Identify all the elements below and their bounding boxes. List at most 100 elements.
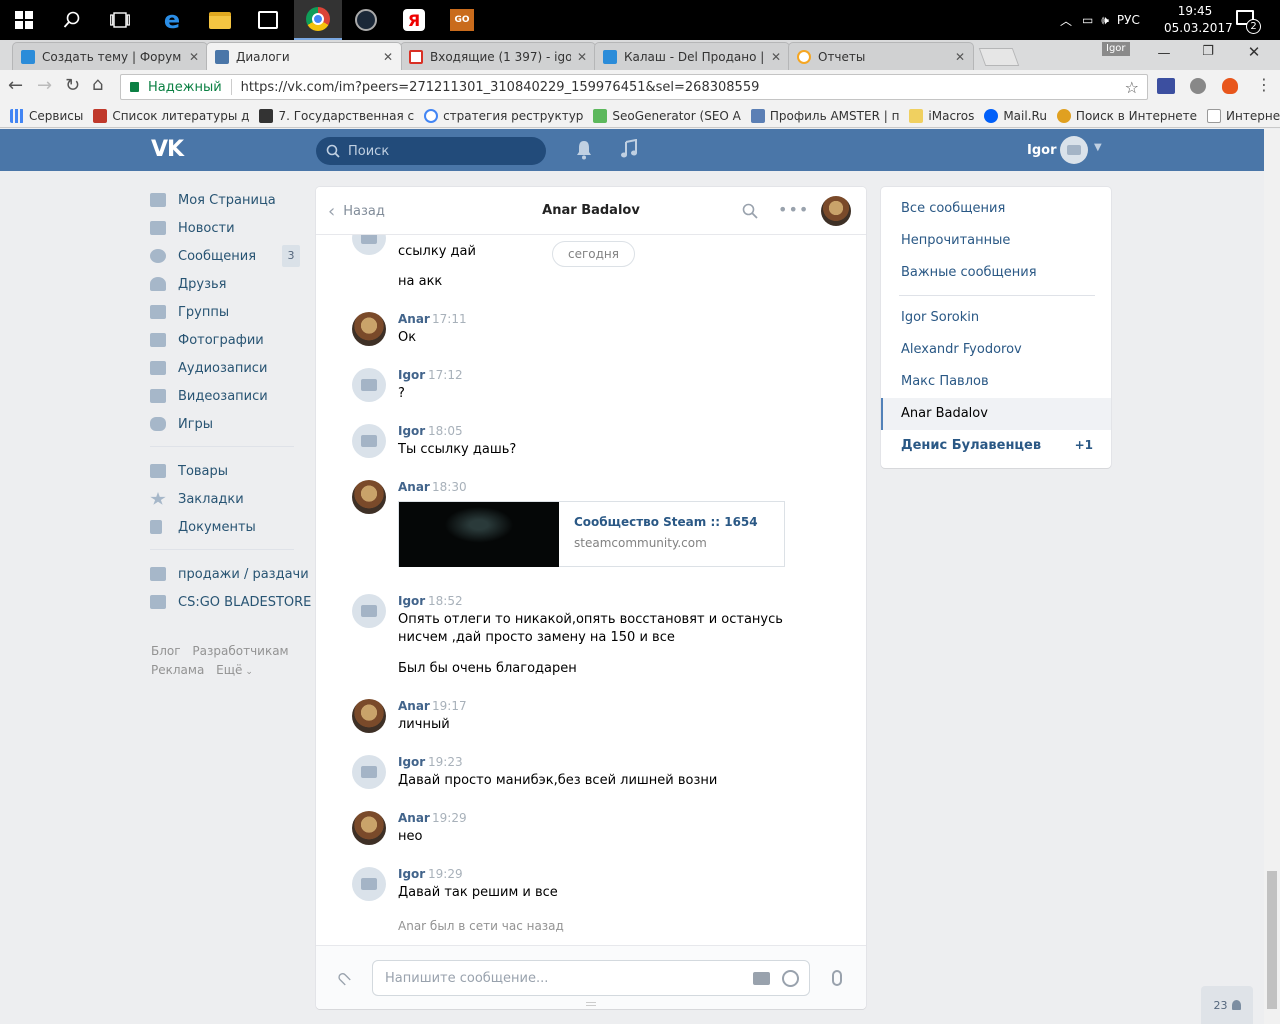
message-author[interactable]: Anar bbox=[398, 480, 430, 494]
close-window-button[interactable]: ✕ bbox=[1242, 43, 1266, 61]
avatar[interactable] bbox=[352, 755, 386, 789]
new-tab-button[interactable] bbox=[978, 48, 1020, 66]
task-view-button[interactable] bbox=[96, 0, 144, 40]
close-tab-icon[interactable]: ✕ bbox=[771, 50, 781, 64]
bookmark-seogenerator[interactable]: SeoGenerator (SEO А bbox=[593, 108, 741, 123]
sidebar-item-friends[interactable]: Друзья bbox=[150, 272, 227, 296]
sidebar-item-bookmarks[interactable]: Закладки bbox=[150, 487, 244, 511]
chat-item-igor-sorokin[interactable]: Igor Sorokin bbox=[901, 310, 979, 325]
sidebar-item-group-bladestore[interactable]: CS:GO BLADESTORE bbox=[150, 590, 311, 614]
link-preview-title[interactable]: Сообщество Steam :: 1654 bbox=[574, 515, 758, 529]
bookmark-mailru[interactable]: Mail.Ru bbox=[984, 108, 1047, 123]
address-bar[interactable]: Надежный https://vk.com/im?peers=2712113… bbox=[120, 74, 1148, 100]
link-preview-image[interactable] bbox=[399, 502, 559, 567]
link-preview-card[interactable]: Сообщество Steam :: 1654 steamcommunity.c… bbox=[398, 501, 785, 567]
user-name[interactable]: Igor bbox=[1027, 143, 1057, 158]
sidebar-item-audio[interactable]: Аудиозаписи bbox=[150, 356, 267, 380]
tab-gmail[interactable]: Входящие (1 397) - igor ✕ bbox=[400, 42, 596, 70]
footer-link-developers[interactable]: Разработчикам bbox=[192, 644, 288, 658]
avatar[interactable] bbox=[352, 867, 386, 901]
yandex-taskbar-button[interactable]: Я bbox=[390, 0, 438, 40]
avatar[interactable] bbox=[1060, 136, 1088, 164]
message-time[interactable]: 17:12 bbox=[428, 368, 463, 382]
chrome-taskbar-button[interactable] bbox=[294, 0, 342, 40]
clock[interactable]: 19:45 05.03.2017 bbox=[1164, 3, 1233, 37]
footer-link-blog[interactable]: Блог bbox=[151, 644, 181, 658]
start-button[interactable] bbox=[0, 0, 48, 40]
chat-item-anar-badalov[interactable]: Anar Badalov bbox=[881, 398, 1111, 430]
avatar[interactable] bbox=[352, 594, 386, 628]
avatar[interactable] bbox=[352, 480, 386, 514]
chevron-up-icon[interactable]: ︿ bbox=[1060, 12, 1072, 29]
tab-kalash[interactable]: Калаш - Del Продано | С ✕ bbox=[594, 42, 790, 70]
search-input[interactable]: Поиск bbox=[316, 137, 546, 165]
close-tab-icon[interactable]: ✕ bbox=[189, 50, 199, 64]
tab-forum[interactable]: Создать тему | Форум сс ✕ bbox=[12, 42, 208, 70]
message-time[interactable]: 19:23 bbox=[428, 755, 463, 769]
message-input[interactable]: Напишите сообщение... bbox=[372, 960, 810, 996]
reload-icon[interactable]: ↻ bbox=[65, 75, 80, 96]
csgo-taskbar-button[interactable]: GO bbox=[438, 0, 486, 40]
restore-button[interactable]: ❐ bbox=[1196, 44, 1220, 59]
bookmark-star-icon[interactable]: ☆ bbox=[1125, 78, 1139, 97]
emoji-smile-icon[interactable] bbox=[782, 969, 799, 987]
tab-dialogs[interactable]: Диалоги ✕ bbox=[206, 42, 402, 70]
home-icon[interactable]: ⌂ bbox=[92, 74, 103, 95]
search-button[interactable] bbox=[48, 0, 96, 40]
chevron-down-icon[interactable]: ▼ bbox=[1094, 142, 1102, 153]
filter-important[interactable]: Важные сообщения bbox=[901, 265, 1037, 280]
search-icon[interactable] bbox=[742, 203, 758, 223]
page-scrollbar[interactable] bbox=[1264, 129, 1280, 1024]
message-author[interactable]: Anar bbox=[398, 699, 430, 713]
avatar[interactable] bbox=[352, 368, 386, 402]
microphone-icon[interactable] bbox=[832, 970, 842, 986]
sidebar-item-messages[interactable]: Сообщения 3 bbox=[150, 244, 300, 268]
message-time[interactable]: 17:11 bbox=[432, 312, 467, 326]
bookmark-gov[interactable]: 7. Государственная с bbox=[259, 108, 414, 123]
filter-unread[interactable]: Непрочитанные bbox=[901, 233, 1010, 248]
bookmark-internet[interactable]: Интернет bbox=[1207, 108, 1280, 123]
explorer-taskbar-button[interactable] bbox=[196, 0, 244, 40]
back-arrow-icon[interactable]: ← bbox=[8, 75, 23, 96]
filter-all-messages[interactable]: Все сообщения bbox=[901, 201, 1005, 216]
forward-arrow-icon[interactable]: → bbox=[37, 75, 52, 96]
bookmark-imacros[interactable]: iMacros bbox=[909, 108, 974, 123]
action-center-button[interactable]: 2 bbox=[1236, 10, 1261, 34]
message-time[interactable]: 18:05 bbox=[428, 424, 463, 438]
steam-taskbar-button[interactable] bbox=[342, 0, 390, 40]
avatar[interactable] bbox=[352, 312, 386, 346]
camera-icon[interactable] bbox=[753, 971, 770, 985]
message-author[interactable]: Igor bbox=[398, 368, 425, 382]
music-note-icon[interactable] bbox=[620, 138, 638, 163]
message-author[interactable]: Igor bbox=[398, 594, 425, 608]
message-time[interactable]: 18:52 bbox=[428, 594, 463, 608]
chat-item-denis-bulaventsev[interactable]: Денис Булавенцев +1 bbox=[901, 438, 1093, 453]
bookmark-search[interactable]: Поиск в Интернете bbox=[1056, 108, 1197, 123]
online-friends-button[interactable]: 23 bbox=[1201, 986, 1253, 1024]
close-tab-icon[interactable]: ✕ bbox=[955, 50, 965, 64]
profile-badge[interactable]: Igor bbox=[1102, 42, 1130, 56]
bookmark-services[interactable]: Сервисы bbox=[10, 108, 83, 123]
sidebar-item-goods[interactable]: Товары bbox=[150, 459, 228, 483]
minimize-button[interactable]: — bbox=[1152, 46, 1176, 61]
sidebar-item-documents[interactable]: Документы bbox=[150, 515, 256, 539]
close-tab-icon[interactable]: ✕ bbox=[577, 50, 587, 64]
scrollbar-thumb[interactable] bbox=[1267, 871, 1277, 1009]
message-author[interactable]: Igor bbox=[398, 867, 425, 881]
browser-menu-icon[interactable]: ⋮ bbox=[1256, 75, 1272, 94]
language-indicator[interactable]: РУС bbox=[1117, 13, 1140, 27]
sidebar-item-photos[interactable]: Фотографии bbox=[150, 328, 264, 352]
footer-link-ads[interactable]: Реклама bbox=[151, 663, 204, 677]
sidebar-item-games[interactable]: Игры bbox=[150, 412, 213, 436]
sidebar-item-group-sales[interactable]: продажи / раздачи bbox=[150, 562, 309, 586]
chat-item-maks-pavlov[interactable]: Макс Павлов bbox=[901, 374, 989, 389]
extension-fire-icon[interactable] bbox=[1222, 78, 1238, 94]
bookmark-literature[interactable]: Список литературы д bbox=[93, 108, 249, 123]
vk-logo[interactable]: VK bbox=[151, 137, 184, 162]
message-time[interactable]: 19:29 bbox=[428, 867, 463, 881]
edge-taskbar-button[interactable]: e bbox=[148, 0, 196, 40]
avatar[interactable] bbox=[352, 811, 386, 845]
extension-imacros-icon[interactable] bbox=[1157, 78, 1175, 94]
extension-gear-icon[interactable] bbox=[1190, 78, 1206, 94]
notifications-bell-icon[interactable] bbox=[575, 140, 593, 164]
